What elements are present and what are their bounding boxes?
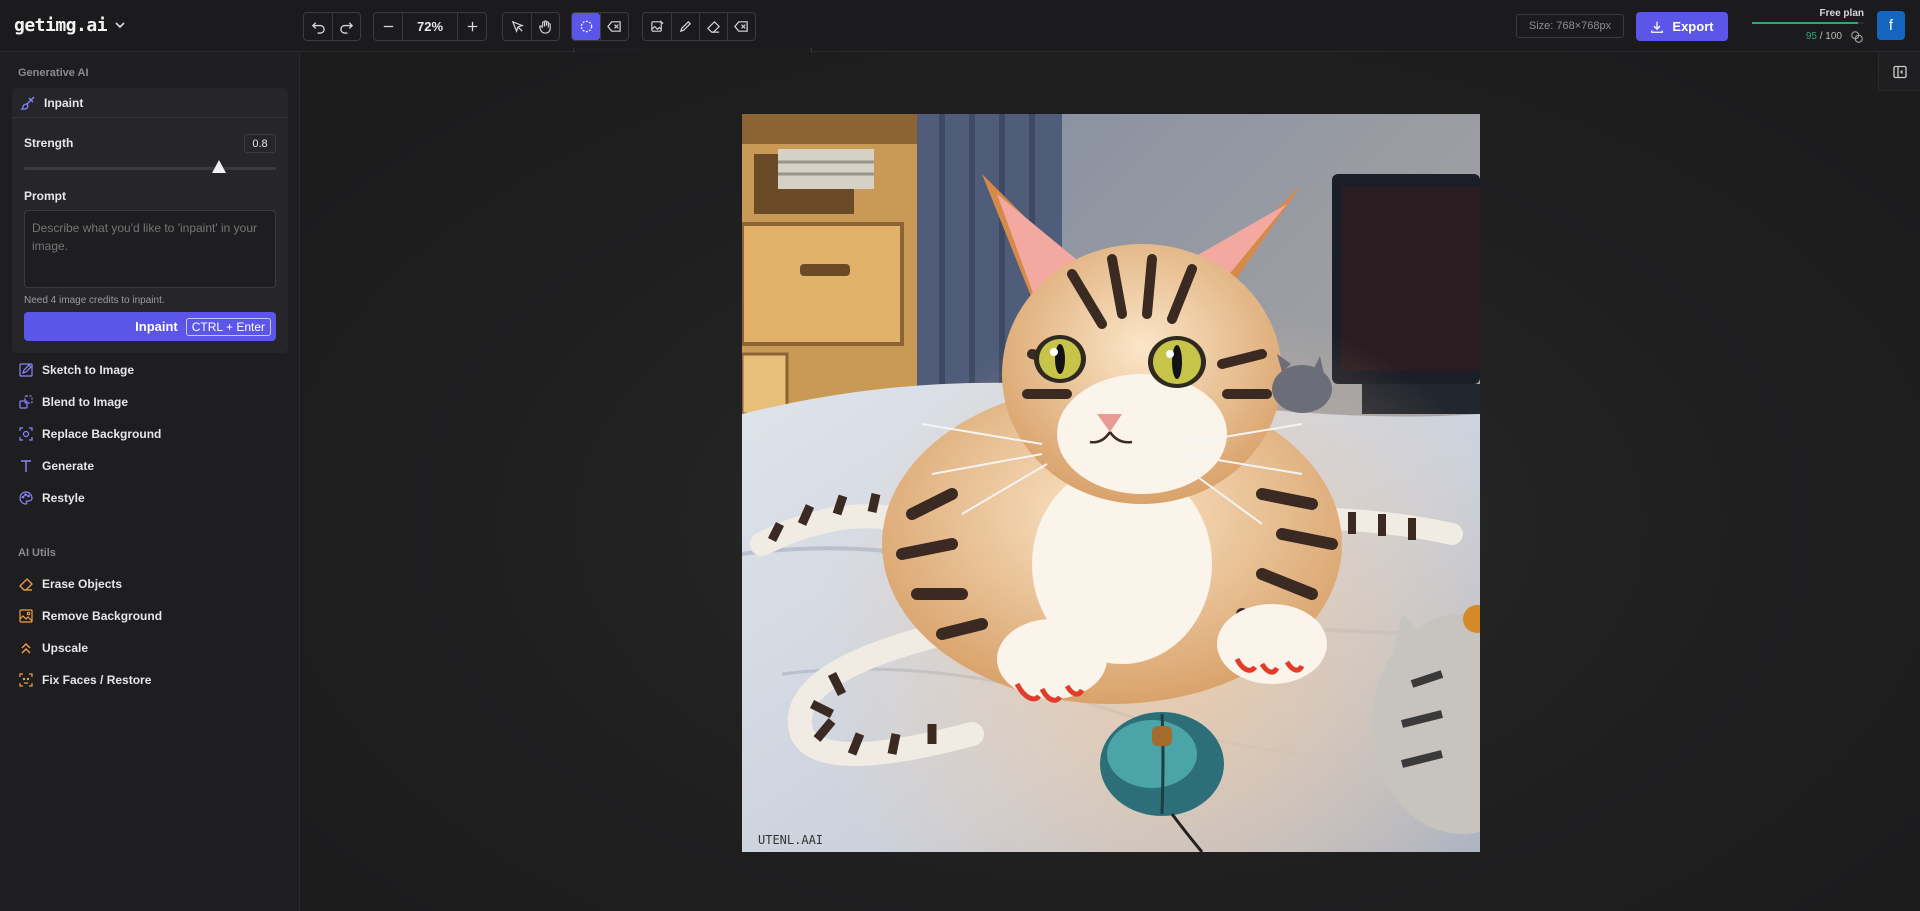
pencil-tool-button[interactable]	[671, 13, 699, 40]
inpaint-title: Inpaint	[44, 95, 84, 110]
menu-item-blend-to-image[interactable]: Blend to Image	[18, 392, 128, 412]
menu-item-generate[interactable]: Generate	[18, 456, 94, 476]
menu-item-label: Upscale	[42, 641, 89, 655]
navigation-tool-group	[502, 12, 560, 41]
section-title-ai-utils: AI Utils	[18, 547, 56, 559]
hand-icon	[539, 20, 551, 34]
menu-item-label: Replace Background	[42, 427, 162, 441]
eraser-icon	[19, 578, 33, 591]
coins-icon[interactable]	[1850, 30, 1864, 44]
export-button[interactable]: Export	[1636, 12, 1728, 41]
avatar[interactable]: f	[1877, 11, 1905, 40]
credits-total: / 100	[1819, 31, 1842, 42]
prompt-label: Prompt	[24, 189, 66, 203]
zoom-in-button[interactable]	[458, 13, 486, 40]
sidebar: Generative AI Inpaint Strength 0.8 Promp…	[0, 53, 300, 911]
app-logo[interactable]: getimg.ai	[14, 15, 108, 36]
download-icon	[1651, 21, 1664, 33]
cat-illustration: UTENL.AAI	[742, 114, 1480, 852]
inpaint-button[interactable]: Inpaint CTRL + Enter	[24, 312, 276, 341]
inpaint-header[interactable]: Inpaint	[12, 88, 288, 118]
face-scan-icon	[19, 673, 33, 687]
section-title-generative: Generative AI	[18, 67, 89, 79]
menu-item-label: Fix Faces / Restore	[42, 673, 152, 687]
select-tool-button[interactable]	[503, 13, 531, 40]
minus-icon	[383, 25, 393, 28]
blend-icon	[19, 395, 33, 409]
eraser-tool-button[interactable]	[699, 13, 727, 40]
cursor-icon	[511, 20, 524, 33]
chevron-down-icon[interactable]	[112, 17, 128, 33]
upscale-icon	[21, 643, 31, 654]
redo-icon	[340, 22, 354, 34]
redo-button[interactable]	[332, 13, 360, 40]
palette-icon	[19, 491, 33, 505]
top-toolbar: getimg.ai 72% Size: 768×768px Export Fre…	[0, 0, 1920, 52]
image-tool-button[interactable]	[643, 13, 671, 40]
menu-item-erase-objects[interactable]: Erase Objects	[18, 574, 122, 594]
plus-icon	[467, 21, 477, 32]
watermark-text: UTENL.AAI	[758, 833, 823, 847]
image-edit-icon	[650, 20, 664, 32]
panel-toggle-icon	[1892, 65, 1907, 78]
menu-item-upscale[interactable]: Upscale	[18, 638, 88, 658]
menu-item-remove-background[interactable]: Remove Background	[18, 606, 162, 626]
credits-progress-bar	[1752, 22, 1864, 24]
inpaint-panel: Inpaint Strength 0.8 Prompt Need 4 image…	[12, 88, 288, 353]
zoom-group: 72%	[373, 12, 487, 41]
menu-item-fix-faces[interactable]: Fix Faces / Restore	[18, 670, 151, 690]
text-icon	[21, 460, 31, 472]
credits-used: 95	[1805, 31, 1817, 42]
credits-counter: 95 / 100	[1752, 31, 1842, 42]
strength-label: Strength	[24, 136, 74, 150]
mask-tool-group	[571, 12, 629, 41]
sketch-icon	[19, 363, 33, 377]
backspace-icon	[734, 21, 748, 32]
history-group	[303, 12, 361, 41]
shortcut-hint: CTRL + Enter	[185, 317, 271, 336]
strength-slider[interactable]	[24, 167, 276, 170]
menu-item-replace-background[interactable]: Replace Background	[18, 424, 161, 444]
export-label: Export	[1672, 19, 1714, 34]
menu-item-label: Erase Objects	[42, 577, 123, 591]
eraser-icon	[707, 20, 720, 33]
lasso-select-icon	[580, 20, 592, 33]
mask-brush-tool-button[interactable]	[572, 13, 600, 40]
plan-label: Free plan	[1819, 8, 1864, 19]
menu-item-label: Restyle	[42, 491, 85, 505]
paint-brush-icon	[20, 96, 35, 110]
menu-item-label: Generate	[42, 459, 95, 473]
menu-item-restyle[interactable]: Restyle	[18, 488, 85, 508]
inpaint-button-label: Inpaint	[135, 319, 178, 334]
menu-item-label: Sketch to Image	[42, 363, 135, 377]
replace-background-icon	[19, 427, 33, 441]
undo-icon	[311, 22, 325, 34]
pan-tool-button[interactable]	[531, 13, 559, 40]
pencil-icon	[679, 20, 692, 33]
canvas-image[interactable]: UTENL.AAI	[742, 114, 1480, 852]
draw-tool-group	[642, 12, 756, 41]
backspace-icon	[607, 21, 621, 32]
clear-mask-button[interactable]	[600, 13, 628, 40]
toggle-right-panel-button[interactable]	[1878, 53, 1920, 91]
zoom-level[interactable]: 72%	[402, 13, 458, 40]
strength-value[interactable]: 0.8	[244, 134, 276, 153]
undo-button[interactable]	[304, 13, 332, 40]
menu-item-label: Remove Background	[42, 609, 163, 623]
credits-note: Need 4 image credits to inpaint.	[24, 295, 165, 306]
menu-item-label: Blend to Image	[42, 395, 129, 409]
strength-handle[interactable]	[212, 160, 226, 173]
menu-item-sketch-to-image[interactable]: Sketch to Image	[18, 360, 134, 380]
remove-background-icon	[19, 609, 33, 623]
prompt-input[interactable]	[24, 210, 276, 288]
credits-progress-fill	[1752, 22, 1859, 24]
zoom-out-button[interactable]	[374, 13, 402, 40]
image-size-label: Size: 768×768px	[1516, 14, 1624, 38]
clear-drawing-button[interactable]	[727, 13, 755, 40]
